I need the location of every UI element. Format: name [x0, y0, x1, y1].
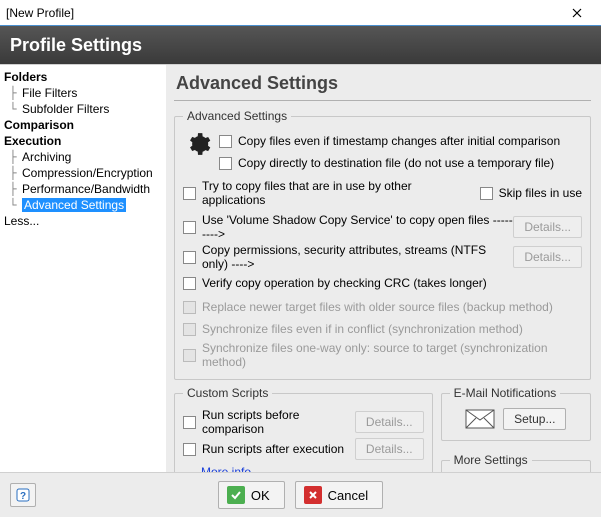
tree-label: Archiving — [22, 150, 71, 164]
label-copy-even-timestamp: Copy files even if timestamp changes aft… — [238, 134, 560, 148]
help-button[interactable]: ? — [10, 483, 36, 507]
custom-scripts-legend: Custom Scripts — [183, 386, 272, 400]
tree-label: Compression/Encryption — [22, 166, 153, 180]
checkbox-scripts-after[interactable] — [183, 443, 196, 456]
label-replace-newer: Replace newer target files with older so… — [202, 300, 553, 314]
tree-item-compression[interactable]: ├Compression/Encryption — [0, 165, 166, 181]
tree-cat-folders[interactable]: Folders — [0, 69, 166, 85]
tree-item-file-filters[interactable]: ├File Filters — [0, 85, 166, 101]
page-title: Advanced Settings — [174, 71, 591, 101]
more-settings-legend: More Settings — [450, 453, 532, 467]
perms-details-button[interactable]: Details... — [513, 246, 582, 268]
email-setup-button[interactable]: Setup... — [503, 408, 566, 430]
window-title: [New Profile] — [6, 6, 557, 20]
ok-button[interactable]: OK — [218, 481, 285, 509]
svg-text:?: ? — [20, 491, 26, 502]
tree-item-subfolder-filters[interactable]: └Subfolder Filters — [0, 101, 166, 117]
label-sync-oneway: Synchronize files one-way only: source t… — [202, 341, 582, 369]
cancel-icon — [304, 486, 322, 504]
check-icon — [227, 486, 245, 504]
dialog-header: Profile Settings — [0, 26, 601, 64]
tree-label: Advanced Settings — [22, 198, 126, 212]
ok-label: OK — [251, 488, 270, 503]
label-try-copy-inuse: Try to copy files that are in use by oth… — [202, 179, 462, 207]
tree-label: Performance/Bandwidth — [22, 182, 150, 196]
help-icon: ? — [16, 488, 30, 502]
more-settings-group: More Settings More Settings... — [441, 453, 591, 472]
checkbox-skip-inuse[interactable] — [480, 187, 493, 200]
content-pane: Advanced Settings Advanced Settings Copy… — [166, 64, 601, 472]
tree-item-advanced-settings[interactable]: └Advanced Settings — [0, 197, 166, 213]
checkbox-sync-conflict — [183, 323, 196, 336]
close-icon — [572, 8, 582, 18]
tree-cat-execution[interactable]: Execution — [0, 133, 166, 149]
tree-label: Subfolder Filters — [22, 102, 109, 116]
tree-cat-less[interactable]: Less... — [0, 213, 166, 229]
checkbox-copy-even-timestamp[interactable] — [219, 135, 232, 148]
label-copy-permissions: Copy permissions, security attributes, s… — [202, 243, 513, 271]
gear-icon — [185, 131, 211, 157]
checkbox-copy-direct[interactable] — [219, 157, 232, 170]
label-skip-inuse: Skip files in use — [499, 186, 582, 200]
titlebar: [New Profile] — [0, 0, 601, 26]
custom-scripts-group: Custom Scripts Run scripts before compar… — [174, 386, 433, 472]
cancel-label: Cancel — [328, 488, 368, 503]
label-copy-direct: Copy directly to destination file (do no… — [238, 156, 554, 170]
vss-details-button[interactable]: Details... — [513, 216, 582, 238]
tree-cat-comparison[interactable]: Comparison — [0, 117, 166, 133]
window-close-button[interactable] — [557, 1, 597, 25]
main-area: Folders ├File Filters └Subfolder Filters… — [0, 64, 601, 472]
email-notifications-legend: E-Mail Notifications — [450, 386, 561, 400]
label-verify-crc: Verify copy operation by checking CRC (t… — [202, 276, 487, 290]
checkbox-copy-permissions[interactable] — [183, 251, 196, 264]
checkbox-verify-crc[interactable] — [183, 277, 196, 290]
dialog-header-title: Profile Settings — [10, 35, 142, 56]
label-scripts-before: Run scripts before comparison — [202, 408, 355, 436]
scripts-more-info-link[interactable]: More info... — [201, 465, 261, 472]
label-use-vss: Use 'Volume Shadow Copy Service' to copy… — [202, 213, 513, 241]
checkbox-use-vss[interactable] — [183, 221, 196, 234]
checkbox-sync-oneway — [183, 349, 196, 362]
cancel-button[interactable]: Cancel — [295, 481, 383, 509]
tree-item-performance[interactable]: ├Performance/Bandwidth — [0, 181, 166, 197]
label-scripts-after: Run scripts after execution — [202, 442, 355, 456]
checkbox-try-copy-inuse[interactable] — [183, 187, 196, 200]
label-sync-conflict: Synchronize files even if in conflict (s… — [202, 322, 523, 336]
tree-item-archiving[interactable]: ├Archiving — [0, 149, 166, 165]
tree-label: File Filters — [22, 86, 77, 100]
scripts-before-details-button[interactable]: Details... — [355, 411, 424, 433]
advanced-settings-legend: Advanced Settings — [183, 109, 291, 123]
nav-tree: Folders ├File Filters └Subfolder Filters… — [0, 64, 166, 472]
checkbox-replace-newer — [183, 301, 196, 314]
scripts-after-details-button[interactable]: Details... — [355, 438, 424, 460]
advanced-settings-group: Advanced Settings Copy files even if tim… — [174, 109, 591, 380]
checkbox-scripts-before[interactable] — [183, 416, 196, 429]
dialog-footer: ? OK Cancel — [0, 472, 601, 517]
envelope-icon — [465, 409, 495, 429]
email-notifications-group: E-Mail Notifications Setup... — [441, 386, 591, 441]
